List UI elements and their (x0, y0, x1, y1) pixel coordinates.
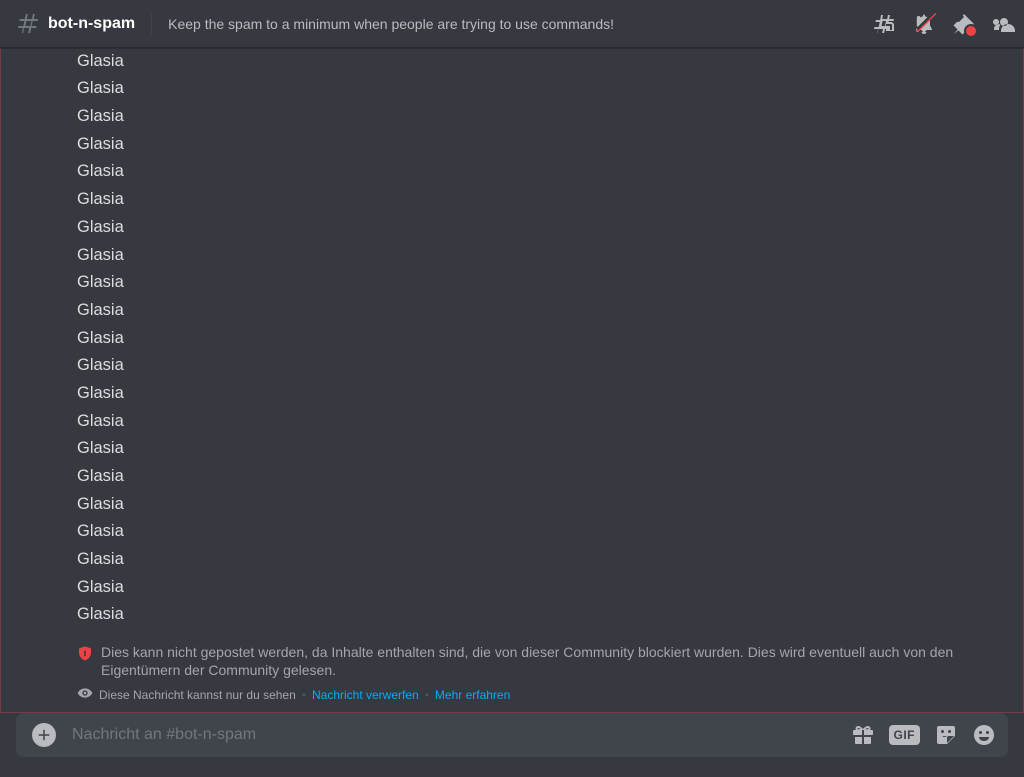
message-line: Glasia (77, 463, 1007, 491)
message-input[interactable] (72, 726, 843, 744)
message-input-area: GIF (0, 713, 1024, 777)
message-line: Glasia (77, 130, 1007, 158)
message-input-bar: GIF (16, 713, 1008, 757)
message-list: Glasia Glasia Glasia Glasia Glasia Glasi… (1, 55, 1023, 636)
emoji-icon[interactable] (972, 723, 996, 747)
message-line: Glasia (77, 103, 1007, 131)
channel-topic[interactable]: Keep the spam to a minimum when people a… (168, 16, 860, 32)
message-line: Glasia (77, 546, 1007, 574)
gift-icon[interactable] (851, 723, 875, 747)
threads-icon[interactable] (872, 12, 896, 36)
message-line: Glasia (77, 324, 1007, 352)
bullet-separator: • (302, 688, 306, 702)
channel-name: bot-n-spam (48, 15, 135, 33)
member-list-icon[interactable] (992, 12, 1016, 36)
message-line: Glasia (77, 48, 1007, 75)
ephemeral-prefix: Diese Nachricht kannst nur du sehen (99, 688, 296, 702)
message-line: Glasia (77, 213, 1007, 241)
blocked-content-text: Dies kann nicht gepostet werden, da Inha… (101, 643, 1007, 679)
chat-content[interactable]: Glasia Glasia Glasia Glasia Glasia Glasi… (0, 48, 1024, 713)
message-line: Glasia (77, 75, 1007, 103)
message-line: Glasia (77, 435, 1007, 463)
message-line: Glasia (77, 407, 1007, 435)
message-line: Glasia (77, 573, 1007, 601)
channel-header: bot-n-spam Keep the spam to a minimum wh… (0, 0, 1024, 48)
message-line: Glasia (77, 490, 1007, 518)
notification-dot (964, 24, 978, 38)
message-line: Glasia (77, 518, 1007, 546)
message-line: Glasia (77, 186, 1007, 214)
blocked-content-notice: Dies kann nicht gepostet werden, da Inha… (1, 637, 1023, 681)
header-divider (151, 12, 152, 36)
message-line: Glasia (77, 296, 1007, 324)
ephemeral-notice: Diese Nachricht kannst nur du sehen • Na… (1, 681, 1023, 712)
message-line: Glasia (77, 269, 1007, 297)
sticker-icon[interactable] (934, 723, 958, 747)
message-line: Glasia (77, 158, 1007, 186)
attach-button[interactable] (32, 723, 56, 747)
notifications-muted-icon[interactable] (912, 12, 936, 36)
learn-more-link[interactable]: Mehr erfahren (435, 688, 510, 702)
input-actions: GIF (851, 723, 997, 747)
message-line: Glasia (77, 379, 1007, 407)
shield-alert-icon (77, 645, 93, 665)
dismiss-message-link[interactable]: Nachricht verwerfen (312, 688, 419, 702)
bullet-separator: • (425, 688, 429, 702)
pinned-messages-icon[interactable] (952, 12, 976, 36)
hash-icon (16, 12, 40, 36)
gif-button[interactable]: GIF (889, 725, 921, 745)
message-line: Glasia (77, 601, 1007, 629)
message-line: Glasia (77, 352, 1007, 380)
eye-icon (77, 685, 93, 704)
header-toolbar (872, 12, 1016, 36)
message-line: Glasia (77, 241, 1007, 269)
